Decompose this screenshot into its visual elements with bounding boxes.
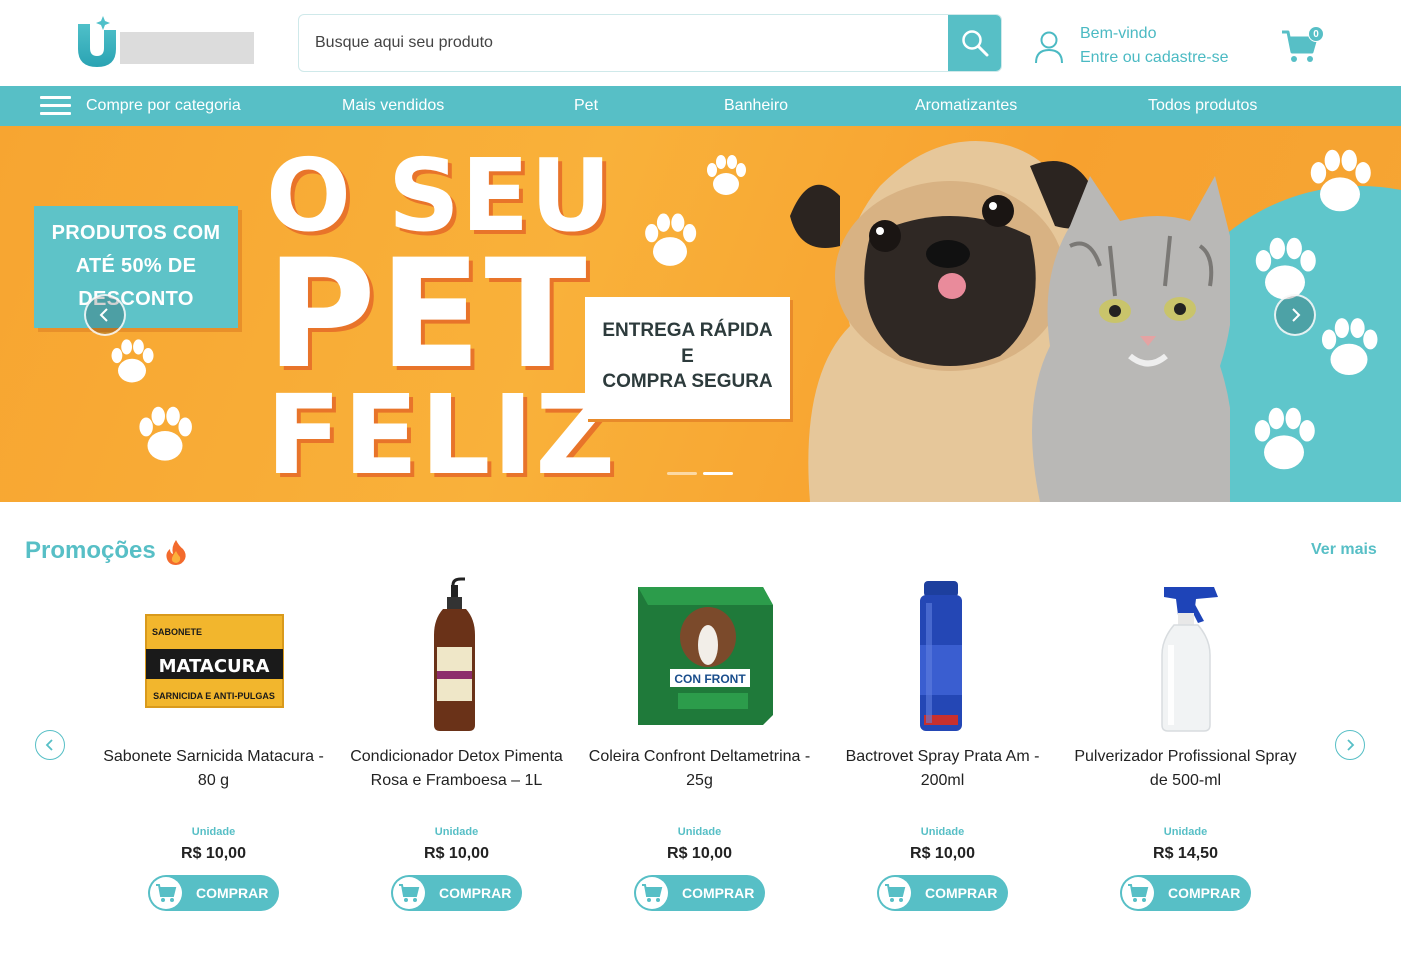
cart-icon [156, 884, 177, 902]
paw-print-icon [1254, 407, 1315, 470]
buy-button-label: COMPRAR [1168, 885, 1241, 901]
paw-print-icon [1310, 149, 1371, 212]
buy-button[interactable]: COMPRAR [148, 875, 279, 911]
see-more-link[interactable]: Ver mais [1311, 541, 1377, 559]
soap-box-label: SARNICIDA E ANTI-PULGAS [153, 691, 275, 701]
slide-indicators [667, 472, 737, 476]
buy-button-label: COMPRAR [682, 885, 755, 901]
chevron-right-icon [1292, 308, 1301, 322]
category-nav: Compre por categoria Mais vendidos Pet B… [0, 86, 1401, 126]
product-price: R$ 10,00 [667, 845, 732, 862]
paw-print-icon [111, 339, 154, 383]
logo[interactable] [76, 16, 256, 68]
discount-line: PRODUTOS COM [51, 222, 221, 244]
product-name[interactable]: Pulverizador Profissional Spray de 500-m… [1070, 745, 1301, 793]
product-name[interactable]: Condicionador Detox Pimenta Rosa e Framb… [341, 745, 572, 793]
soap-box-brand: MATACURA [159, 656, 270, 677]
chevron-left-icon [99, 308, 108, 322]
banner-next-button[interactable] [1274, 294, 1316, 336]
buy-button[interactable]: COMPRAR [1120, 875, 1251, 911]
buy-button-label: COMPRAR [439, 885, 512, 901]
welcome-text: Bem-vindo [1080, 25, 1157, 42]
user-icon [1035, 31, 1063, 64]
discount-line: DESCONTO [78, 288, 194, 310]
slide-dot-active[interactable] [703, 472, 733, 475]
pug-and-kitten-image [790, 141, 1230, 502]
product-unit: Unidade [677, 826, 722, 838]
soap-box-label: SABONETE [152, 627, 202, 637]
product-price: R$ 10,00 [424, 845, 489, 862]
paw-print-icon [139, 406, 192, 461]
buy-button[interactable]: COMPRAR [634, 875, 765, 911]
product-price: R$ 10,00 [910, 845, 975, 862]
carousel-next-button[interactable] [1335, 730, 1365, 760]
buy-button-label: COMPRAR [925, 885, 998, 901]
delivery-box: ENTREGA RÁPIDA E COMPRA SEGURA [585, 297, 790, 419]
hero-banner[interactable]: PRODUTOS COM ATÉ 50% DE DESCONTO O SEU P… [0, 126, 1401, 502]
account-link[interactable]: Bem-vindo Entre ou cadastre-se [1034, 22, 1254, 70]
product-card[interactable]: CON FRONT Coleira Confront Deltametrina … [578, 575, 821, 925]
paw-print-icon [1321, 318, 1378, 376]
section-title-promotions: Promoções [25, 537, 156, 564]
product-card[interactable]: Pulverizador Profissional Spray de 500-m… [1064, 575, 1307, 925]
product-card[interactable]: Condicionador Detox Pimenta Rosa e Framb… [335, 575, 578, 925]
product-price: R$ 10,00 [181, 845, 246, 862]
product-unit: Unidade [191, 826, 236, 838]
product-card[interactable]: Bactrovet Spray Prata Am - 200ml Unidade… [821, 575, 1064, 925]
collar-box-brand: CON FRONT [674, 672, 746, 686]
delivery-line: ENTREGA RÁPIDA [602, 320, 773, 341]
product-unit: Unidade [434, 826, 479, 838]
discount-line: ATÉ 50% DE [75, 255, 197, 277]
chevron-right-icon [1347, 739, 1355, 751]
headline-line-2: PET [266, 228, 590, 402]
product-unit: Unidade [1163, 826, 1208, 838]
product-image[interactable]: CON FRONT [578, 575, 821, 740]
product-name[interactable]: Sabonete Sarnicida Matacura - 80 g [98, 745, 329, 793]
cart-button[interactable]: 0 [1281, 24, 1327, 64]
slide-dot[interactable] [667, 472, 697, 475]
search-button[interactable] [948, 15, 1001, 71]
search-icon [961, 30, 988, 57]
delivery-line: COMPRA SEGURA [602, 371, 773, 392]
product-price: R$ 14,50 [1153, 845, 1218, 862]
buy-button-label: COMPRAR [196, 885, 269, 901]
search-bar [298, 14, 1002, 72]
nav-item-fragrances[interactable]: Aromatizantes [915, 86, 1017, 126]
delivery-line: E [681, 345, 694, 367]
nav-item-best-sellers[interactable]: Mais vendidos [342, 86, 444, 126]
cart-icon [1128, 884, 1149, 902]
site-header: Bem-vindo Entre ou cadastre-se 0 [0, 0, 1401, 86]
login-register-link[interactable]: Entre ou cadastre-se [1080, 49, 1229, 67]
nav-item-bathroom[interactable]: Banheiro [724, 86, 788, 126]
carousel-prev-button[interactable] [35, 730, 65, 760]
cart-icon [642, 884, 663, 902]
logo-u-icon [78, 16, 116, 67]
search-input[interactable] [299, 15, 949, 71]
product-name[interactable]: Coleira Confront Deltametrina - 25g [584, 745, 815, 793]
fire-icon [166, 540, 186, 565]
paw-print-icon [645, 213, 697, 266]
cart-icon [885, 884, 906, 902]
product-image[interactable] [335, 575, 578, 740]
buy-button[interactable]: COMPRAR [877, 875, 1008, 911]
nav-item-categories[interactable]: Compre por categoria [86, 86, 241, 126]
banner-prev-button[interactable] [84, 294, 126, 336]
product-unit: Unidade [920, 826, 965, 838]
discount-box: PRODUTOS COM ATÉ 50% DE DESCONTO [34, 206, 238, 328]
nav-item-pet[interactable]: Pet [574, 86, 598, 126]
product-name[interactable]: Bactrovet Spray Prata Am - 200ml [827, 745, 1058, 793]
headline-line-3: FELIZ [266, 371, 618, 499]
product-image[interactable]: SABONETE MATACURA SARNICIDA E ANTI-PULGA… [92, 575, 335, 740]
product-card[interactable]: SABONETE MATACURA SARNICIDA E ANTI-PULGA… [92, 575, 335, 925]
product-image[interactable] [821, 575, 1064, 740]
paw-print-icon [707, 155, 746, 195]
product-image[interactable] [1064, 575, 1307, 740]
menu-icon[interactable] [40, 96, 72, 116]
cart-icon [399, 884, 420, 902]
chevron-left-icon [45, 739, 53, 751]
nav-item-all-products[interactable]: Todos produtos [1148, 86, 1257, 126]
logo-name-placeholder [120, 32, 254, 64]
buy-button[interactable]: COMPRAR [391, 875, 522, 911]
cart-count-badge: 0 [1308, 26, 1324, 42]
